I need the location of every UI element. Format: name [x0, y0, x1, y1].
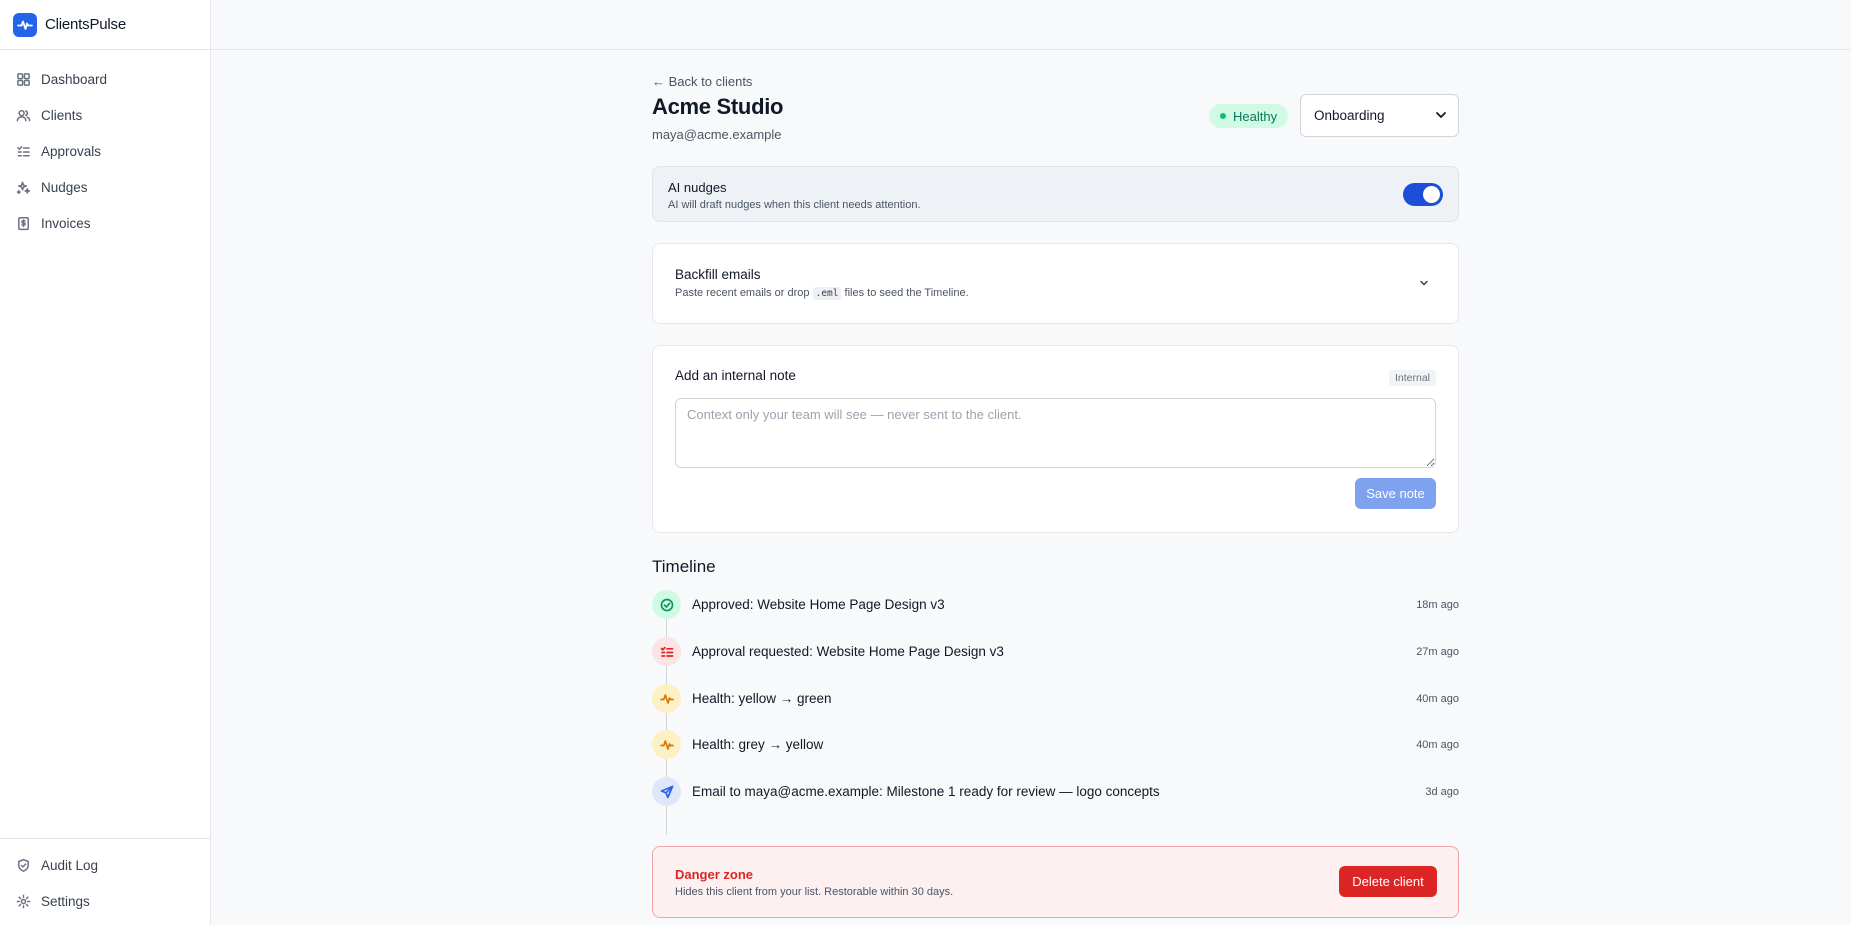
eml-code: .eml — [812, 287, 842, 300]
status-dot — [1220, 113, 1226, 119]
client-email: maya@acme.example — [652, 127, 782, 142]
backfill-description-text-end: files to seed the Timeline. — [841, 287, 969, 299]
checklist-icon — [17, 145, 30, 156]
chevron-down-icon — [1436, 112, 1446, 118]
sidebar-item-settings[interactable]: Settings — [0, 883, 210, 919]
sidebar-item-nudges[interactable]: Nudges — [0, 169, 210, 205]
timeline-item-time: 40m ago — [1416, 693, 1459, 705]
back-to-clients-link[interactable]: ← Back to clients — [652, 74, 752, 89]
page-title: Acme Studio — [652, 94, 784, 119]
pulse-icon — [13, 12, 37, 37]
chevron-down-icon[interactable] — [1418, 277, 1430, 289]
timeline-item-text: Approval requested: Website Home Page De… — [692, 644, 1004, 659]
sidebar-item-label: Audit Log — [41, 857, 99, 873]
toggle-knob — [1423, 186, 1440, 203]
backfill-title: Backfill emails — [675, 267, 761, 282]
users-icon — [16, 109, 31, 121]
sidebar-item-invoices[interactable]: Invoices — [0, 205, 210, 241]
danger-zone-title: Danger zone — [675, 867, 754, 882]
check-circle-icon — [652, 590, 681, 619]
timeline-item-text: Health: grey → yellow — [692, 737, 824, 752]
timeline-item-time: 3d ago — [1425, 786, 1459, 798]
health-status-badge: Healthy — [1209, 104, 1289, 128]
danger-zone-description: Hides this client from your list. Restor… — [675, 886, 954, 898]
stage-select-value: Onboarding — [1314, 108, 1385, 123]
internal-badge: Internal — [1388, 370, 1436, 386]
top-bar — [211, 0, 1851, 50]
send-icon — [652, 777, 681, 806]
activity-icon — [652, 730, 681, 759]
timeline-item-text: Email to maya@acme.example: Milestone 1 … — [692, 784, 1160, 799]
sidebar-item-label: Dashboard — [41, 71, 108, 87]
health-status-label: Healthy — [1233, 108, 1278, 124]
timeline-item: Health: yellow → green 40m ago — [652, 684, 1459, 714]
timeline-item: Approval requested: Website Home Page De… — [652, 637, 1459, 667]
save-note-button[interactable]: Save note — [1355, 478, 1436, 509]
timeline-item-text: Approved: Website Home Page Design v3 — [692, 597, 945, 612]
sidebar-item-label: Nudges — [41, 179, 88, 195]
brand[interactable]: ClientsPulse — [0, 0, 210, 50]
sidebar-item-dashboard[interactable]: Dashboard — [0, 61, 210, 97]
sidebar-item-audit-log[interactable]: Audit Log — [0, 847, 210, 883]
ai-nudges-title: AI nudges — [668, 180, 727, 195]
timeline-item-time: 40m ago — [1416, 739, 1459, 751]
backfill-description: Paste recent emails or drop .eml files t… — [675, 287, 969, 300]
sidebar-bottom-nav: Audit Log Settings — [0, 838, 210, 925]
sidebar-item-label: Clients — [41, 107, 83, 123]
timeline-item: Email to maya@acme.example: Milestone 1 … — [652, 777, 1459, 807]
sidebar-item-label: Settings — [41, 893, 90, 909]
internal-note-input[interactable] — [675, 398, 1436, 468]
sparkles-icon — [16, 181, 31, 194]
dashboard-icon — [17, 72, 30, 86]
ai-nudges-toggle[interactable] — [1403, 183, 1443, 206]
internal-note-title: Add an internal note — [675, 368, 796, 383]
danger-zone-card: Danger zone Hides this client from your … — [652, 846, 1459, 918]
timeline-item-time: 18m ago — [1416, 599, 1459, 611]
stage-select[interactable]: Onboarding — [1300, 94, 1459, 137]
internal-note-card: Add an internal note Internal Save note — [652, 345, 1459, 533]
sidebar-item-label: Approvals — [41, 143, 102, 159]
timeline-item-text: Health: yellow → green — [692, 691, 832, 706]
app-name: ClientsPulse — [45, 16, 126, 33]
timeline-item: Approved: Website Home Page Design v3 18… — [652, 590, 1459, 620]
timeline-item: Health: grey → yellow 40m ago — [652, 730, 1459, 760]
timeline-title: Timeline — [652, 557, 716, 576]
ai-nudges-card: AI nudges AI will draft nudges when this… — [652, 166, 1459, 222]
sidebar-item-approvals[interactable]: Approvals — [0, 133, 210, 169]
activity-icon — [652, 684, 681, 713]
shield-icon — [18, 858, 29, 872]
timeline-item-time: 27m ago — [1416, 646, 1459, 658]
sidebar-item-clients[interactable]: Clients — [0, 97, 210, 133]
ai-nudges-description: AI will draft nudges when this client ne… — [668, 199, 921, 211]
backfill-description-text: Paste recent emails or drop — [675, 287, 813, 299]
sidebar-nav: Dashboard Clients Approvals Nudges Invoi… — [0, 50, 210, 241]
delete-client-button[interactable]: Delete client — [1339, 866, 1437, 897]
checklist-icon — [652, 637, 681, 666]
backfill-emails-card[interactable]: Backfill emails Paste recent emails or d… — [652, 243, 1459, 324]
sidebar: ClientsPulse Dashboard Clients Approvals… — [0, 0, 211, 925]
gear-icon — [16, 894, 31, 908]
sidebar-item-label: Invoices — [41, 215, 91, 231]
receipt-icon — [18, 216, 29, 230]
